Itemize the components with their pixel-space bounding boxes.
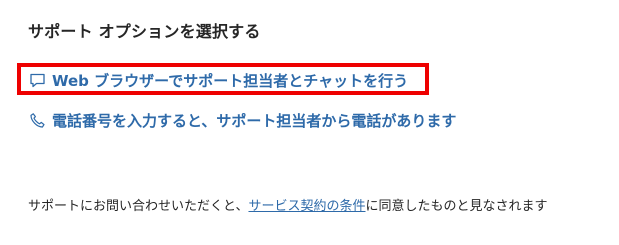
terms-prefix: サポートにお問い合わせいただくと、 [28, 199, 249, 214]
terms-suffix: に同意したものと見なされます [365, 199, 548, 214]
phone-icon [28, 112, 46, 130]
service-agreement-link[interactable]: サービス契約の条件 [248, 199, 365, 214]
phone-option-label: 電話番号を入力すると、サポート担当者から電話があります [52, 112, 457, 130]
chat-with-agent-link[interactable]: Web ブラウザーでサポート担当者とチャットを行う [28, 70, 408, 91]
chat-bubble-icon [28, 72, 46, 90]
chat-option-label: Web ブラウザーでサポート担当者とチャットを行う [52, 72, 409, 90]
terms-notice: サポートにお問い合わせいただくと、サービス契約の条件に同意したものと見なされます [28, 195, 548, 214]
page-title: サポート オプションを選択する [28, 22, 261, 41]
request-callback-link[interactable]: 電話番号を入力すると、サポート担当者から電話があります [28, 110, 456, 131]
